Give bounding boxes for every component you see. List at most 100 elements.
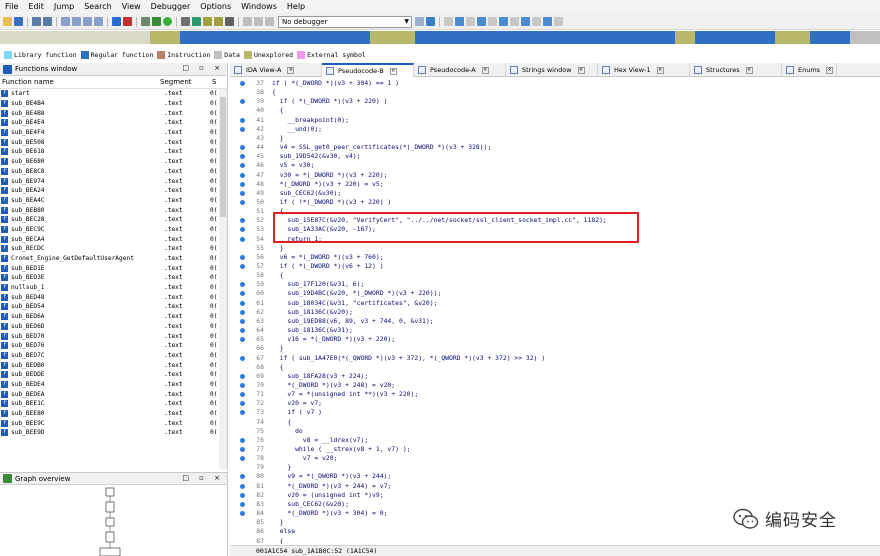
function-row[interactable]: f sub_BED7C .text 0(	[0, 351, 227, 361]
close-icon[interactable]: ×	[826, 66, 834, 74]
code-line[interactable]: 41 __breakpoint(0);	[230, 116, 880, 125]
code-line[interactable]: 40 {	[230, 106, 880, 115]
function-row[interactable]: f sub_BED6D .text 0(	[0, 322, 227, 332]
function-row[interactable]: f sub_BED48 .text 0(	[0, 292, 227, 302]
scrollbar-thumb[interactable]	[220, 97, 226, 217]
folder-open-icon[interactable]	[3, 17, 12, 26]
graph-minimap[interactable]	[92, 486, 128, 556]
close-icon[interactable]: ×	[577, 66, 585, 74]
code-line[interactable]: 58 {	[230, 271, 880, 280]
code-line[interactable]: 82 v20 = (unsigned int *)v9;	[230, 491, 880, 500]
enum-icon[interactable]	[488, 17, 497, 26]
menu-item-options[interactable]: Options	[195, 0, 236, 14]
function-row[interactable]: f sub_BED1E .text 0(	[0, 263, 227, 273]
menu-item-jump[interactable]: Jump	[49, 0, 79, 14]
tab-structures[interactable]: Structures ×	[690, 63, 782, 77]
code-line[interactable]: 56 v6 = *(_DWORD *)(v3 + 760);	[230, 253, 880, 262]
signatures-icon[interactable]	[554, 17, 563, 26]
code-line[interactable]: 55 }	[230, 244, 880, 253]
back-arrow-icon[interactable]	[32, 17, 41, 26]
save-icon[interactable]	[14, 17, 23, 26]
pause-icon[interactable]	[254, 17, 263, 26]
download-arrow-icon[interactable]	[112, 17, 121, 26]
code-line[interactable]: 74 {	[230, 418, 880, 427]
function-row[interactable]: f sub_BE974 .text 0(	[0, 176, 227, 186]
function-row[interactable]: f sub_BE680 .text 0(	[0, 157, 227, 167]
code-line[interactable]: 68 {	[230, 363, 880, 372]
import-icon[interactable]	[499, 17, 508, 26]
function-row[interactable]: f sub_BED70 .text 0(	[0, 331, 227, 341]
function-row[interactable]: f sub_BEDDE .text 0(	[0, 370, 227, 380]
graph-icon[interactable]	[181, 17, 190, 26]
function-row[interactable]: f sub_BEC28 .text 0(	[0, 215, 227, 225]
stop-icon[interactable]	[265, 17, 274, 26]
function-row[interactable]: f sub_BE4B8 .text 0(	[0, 108, 227, 118]
search-next-icon[interactable]	[83, 17, 92, 26]
close-x-icon[interactable]	[225, 17, 234, 26]
menu-item-file[interactable]: File	[0, 0, 23, 14]
tab-pseudocode-a[interactable]: Pseudocode-A ×	[414, 63, 506, 77]
function-row[interactable]: f sub_BEA4C .text 0(	[0, 196, 227, 206]
names-icon[interactable]	[532, 17, 541, 26]
menu-item-windows[interactable]: Windows	[236, 0, 282, 14]
close-icon[interactable]: ×	[745, 66, 753, 74]
export-icon[interactable]	[510, 17, 519, 26]
code-line[interactable]: 62 sub_18136C(&v20);	[230, 308, 880, 317]
code-line[interactable]: 39 if ( *(_DWORD *)(v3 + 220) )	[230, 97, 880, 106]
code-line[interactable]: 77 while ( __strex(v8 + 1, v7) );	[230, 445, 880, 454]
function-row[interactable]: f sub_BEC9C .text 0(	[0, 225, 227, 235]
code-line[interactable]: 43 }	[230, 134, 880, 143]
debugger-options-icon[interactable]	[415, 17, 424, 26]
search-prev-icon[interactable]	[94, 17, 103, 26]
code-line[interactable]: 64 sub_18136C(&v31);	[230, 326, 880, 335]
flow-chart-icon[interactable]	[141, 17, 150, 26]
window-controls-icon[interactable]: □ ▫ ×	[182, 474, 224, 482]
play-icon[interactable]	[243, 17, 252, 26]
function-row[interactable]: f sub_BEDEA .text 0(	[0, 389, 227, 399]
function-row[interactable]: f sub_BE4B4 .text 0(	[0, 99, 227, 109]
code-line[interactable]: 67 if ( sub_1A47E0(*(_QWORD *)(v3 + 372)…	[230, 354, 880, 363]
code-line[interactable]: 81 *(_DWORD *)(v3 + 244) = v7;	[230, 482, 880, 491]
close-icon[interactable]: ×	[287, 66, 295, 74]
close-icon[interactable]: ×	[656, 66, 664, 74]
tab-enums[interactable]: Enums ×	[782, 63, 837, 77]
strings-icon[interactable]	[521, 17, 530, 26]
column-header-segment[interactable]: Segment	[160, 78, 212, 86]
code-line[interactable]: 87 {	[230, 537, 880, 545]
undefine-icon[interactable]	[123, 17, 132, 26]
pseudocode-view[interactable]: 37 if ( *(_DWORD *)(v3 + 304) == 1 ) 38 {39…	[230, 78, 880, 544]
code-line[interactable]: 38 {	[230, 88, 880, 97]
menu-item-search[interactable]: Search	[79, 0, 116, 14]
code-line[interactable]: 57 if ( *(_DWORD *)(v6 + 12) )	[230, 262, 880, 271]
code-line[interactable]: 61 sub_18034C(&v31, "certificates", &v20…	[230, 299, 880, 308]
function-list-icon[interactable]	[152, 17, 161, 26]
function-row[interactable]: f sub_BEB80 .text 0(	[0, 205, 227, 215]
tab-hex-view-1[interactable]: Hex View-1 ×	[598, 63, 690, 77]
close-icon[interactable]: ×	[389, 67, 397, 75]
code-line[interactable]: 79 }	[230, 463, 880, 472]
hex-icon[interactable]	[466, 17, 475, 26]
function-row[interactable]: f sub_BE4E4 .text 0(	[0, 118, 227, 128]
function-row[interactable]: f nullsub_1 .text 0(	[0, 283, 227, 293]
code-line[interactable]: 76 v8 = __ldrex(v7);	[230, 436, 880, 445]
table-icon[interactable]	[455, 17, 464, 26]
code-line[interactable]: 69 sub_18FA28(v3 + 224);	[230, 372, 880, 381]
function-row[interactable]: f sub_BEDB0 .text 0(	[0, 360, 227, 370]
code-line[interactable]: 60 sub_19D4BC(&v20, *(_DWORD *)(v3 + 220…	[230, 289, 880, 298]
code-line[interactable]: 45 sub_19D542(&v30, v4);	[230, 152, 880, 161]
menu-item-debugger[interactable]: Debugger	[146, 0, 196, 14]
menu-item-edit[interactable]: Edit	[23, 0, 49, 14]
column-header-function-name[interactable]: Function name	[0, 78, 160, 86]
text-search-icon[interactable]	[72, 17, 81, 26]
tab-ida-view-a[interactable]: IDA View-A ×	[230, 63, 322, 77]
function-row[interactable]: f sub_BEE9D .text 0(	[0, 428, 227, 438]
code-line[interactable]: 37 if ( *(_DWORD *)(v3 + 304) == 1 )	[230, 79, 880, 88]
tab-pseudocode-b[interactable]: Pseudocode-B ×	[322, 63, 414, 77]
debugger-select[interactable]: No debugger ▼	[278, 15, 412, 28]
grid-icon[interactable]	[444, 17, 453, 26]
code-line[interactable]: 50 if ( !*(_DWORD *)(v3 + 220) )	[230, 198, 880, 207]
code-line[interactable]: 72 v20 = v7;	[230, 399, 880, 408]
plus-graph-icon[interactable]	[192, 17, 201, 26]
close-icon[interactable]: ×	[481, 66, 489, 74]
forward-arrow-icon[interactable]	[43, 17, 52, 26]
